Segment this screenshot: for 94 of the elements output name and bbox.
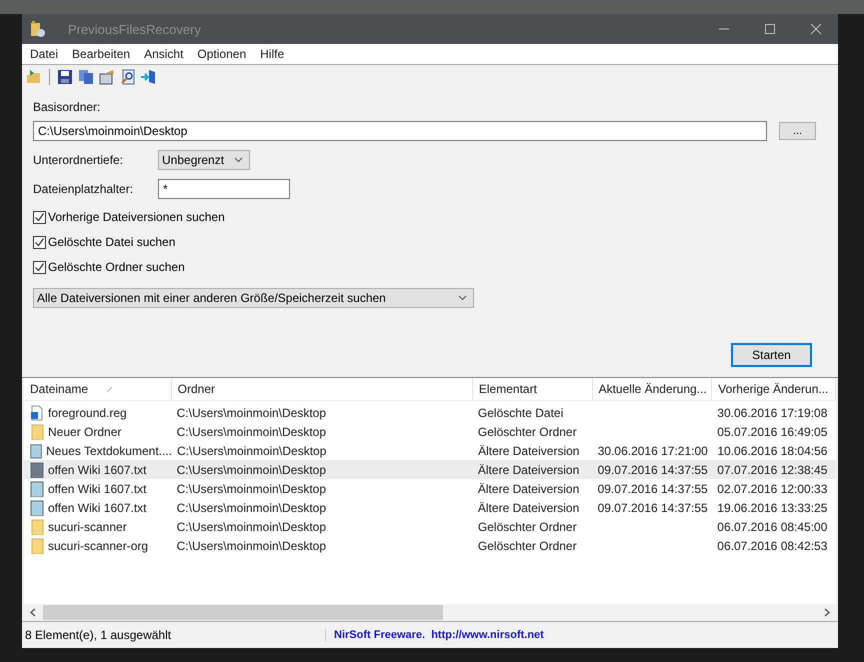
table-cell: C:\Users\moinmoin\Desktop — [176, 482, 326, 496]
table-row[interactable]: offen Wiki 1607.txt C:\Users\moinmoin\Desktop Ältere Dateiversion 09.07.2016 14:37:55 02.07.2016 12:00:33 — [24, 479, 836, 498]
scroll-left-icon[interactable] — [29, 608, 37, 617]
column-header[interactable]: Vorherige Änderun... — [712, 378, 836, 400]
window-title: PreviousFilesRecovery — [68, 22, 201, 36]
folder-icon — [29, 518, 45, 534]
depth-dropdown[interactable]: Unbegrenzt — [158, 150, 250, 170]
menu-item[interactable]: Ansicht — [144, 47, 184, 61]
wildcard-field[interactable]: * — [158, 179, 290, 199]
table-row[interactable]: sucuri-scanner C:\Users\moinmoin\Desktop Gelöschter Ordner 06.07.2016 08:45:00 — [24, 517, 836, 536]
checkbox[interactable] — [33, 236, 46, 248]
table-row[interactable]: foreground.reg C:\Users\moinmoin\Desktop Gelöschte Datei 30.06.2016 17:19:08 — [24, 403, 836, 422]
table-cell: C:\Users\moinmoin\Desktop — [177, 444, 326, 458]
table-cell: Neues Textdokument.... — [46, 444, 172, 458]
table-cell: 30.06.2016 17:19:08 — [717, 406, 828, 420]
table-cell: C:\Users\moinmoin\Desktop — [176, 538, 326, 552]
status-text: 8 Element(e), 1 ausgewählt — [24, 628, 172, 642]
table-cell: C:\Users\moinmoin\Desktop — [176, 424, 326, 438]
scroll-right-icon[interactable] — [823, 608, 831, 617]
caret-icon — [234, 157, 243, 163]
table-cell: Gelöschter Ordner — [478, 520, 577, 534]
table-cell: offen Wiki 1607.txt — [48, 482, 146, 496]
folder-icon — [29, 538, 45, 554]
search-icon[interactable] — [120, 68, 136, 84]
save-icon[interactable] — [57, 68, 73, 84]
maximize-icon[interactable] — [764, 23, 776, 35]
table-cell: Ältere Dateiversion — [478, 462, 580, 476]
table-cell: 09.07.2016 14:37:55 — [598, 482, 708, 496]
close-icon[interactable] — [810, 23, 822, 35]
table-row[interactable]: sucuri-scanner-org C:\Users\moinmoin\Desktop Gelöschter Ordner 06.07.2016 08:42:53 — [24, 536, 836, 555]
menu-item[interactable]: Hilfe — [260, 47, 284, 61]
exit-icon[interactable] — [141, 68, 157, 84]
table-cell: Ältere Dateiversion — [478, 500, 580, 514]
registry-file-icon — [29, 404, 45, 420]
table-cell: 02.07.2016 12:00:33 — [717, 482, 828, 496]
table-cell: sucuri-scanner — [48, 520, 127, 534]
text-file-icon — [29, 500, 45, 516]
text-file-icon — [29, 442, 44, 458]
table-cell: Gelöschte Datei — [478, 406, 564, 420]
copy-icon[interactable] — [78, 68, 94, 84]
table-cell: 09.07.2016 14:37:55 — [598, 462, 708, 476]
start-button[interactable]: Starten — [731, 343, 812, 367]
table-cell: sucuri-scanner-org — [48, 538, 148, 552]
browse-button[interactable]: ... — [779, 122, 816, 140]
table-cell: 09.07.2016 14:37:55 — [598, 500, 708, 514]
table-cell: Gelöschter Ordner — [478, 538, 577, 552]
checkbox-label: Vorherige Dateiversionen suchen — [48, 210, 225, 224]
table-row[interactable]: offen Wiki 1607.txt C:\Users\moinmoin\Desktop Ältere Dateiversion 09.07.2016 14:37:55 19.06.2016 13:33:25 — [24, 498, 836, 517]
properties-icon[interactable] — [99, 68, 115, 84]
checkbox-label: Gelöschte Datei suchen — [48, 235, 176, 249]
table-cell: 06.07.2016 08:42:53 — [717, 538, 828, 552]
table-row[interactable]: Neues Textdokument.... C:\Users\moinmoin\Desktop Ältere Dateiversion 30.06.2016 17:21:00 10.06.2016 18:04:56 — [24, 441, 836, 460]
sort-icon — [106, 386, 114, 392]
horizontal-scrollbar[interactable] — [24, 604, 836, 621]
table-cell: 19.06.2016 13:33:25 — [717, 500, 828, 514]
table-cell: C:\Users\moinmoin\Desktop — [176, 406, 326, 420]
checkbox-label: Gelöschte Ordner suchen — [48, 260, 185, 274]
field-label: Dateienplatzhalter: — [33, 182, 134, 196]
text-file-icon — [29, 462, 45, 478]
folder-app-icon — [30, 20, 46, 38]
table-cell: 05.07.2016 16:49:05 — [717, 424, 828, 438]
table-cell: offen Wiki 1607.txt — [48, 500, 146, 514]
folder-field[interactable]: C:\Users\moinmoin\Desktop — [33, 121, 768, 141]
table-cell: C:\Users\moinmoin\Desktop — [176, 462, 326, 476]
credit-link[interactable]: NirSoft Freeware. http://www.nirsoft.net — [325, 629, 544, 641]
table-cell: C:\Users\moinmoin\Desktop — [176, 520, 326, 534]
menu-item[interactable]: Datei — [30, 47, 58, 61]
table-cell: Ältere Dateiversion — [478, 444, 580, 458]
table-cell: 30.06.2016 17:21:00 — [598, 444, 708, 458]
table-cell: 06.07.2016 08:45:00 — [717, 520, 828, 534]
table-cell: 07.07.2016 12:38:45 — [717, 462, 828, 476]
column-header[interactable]: Elementart — [472, 378, 593, 400]
table-cell: C:\Users\moinmoin\Desktop — [176, 500, 326, 514]
field-label: Basisordner: — [33, 100, 102, 114]
field-label: Unterordnertiefe: — [33, 153, 124, 167]
menu-item[interactable]: Bearbeiten — [72, 47, 130, 61]
checkbox[interactable] — [33, 260, 46, 274]
table-cell: Ältere Dateiversion — [478, 482, 580, 496]
menu-item[interactable]: Optionen — [197, 47, 246, 61]
table-cell: Gelöschter Ordner — [478, 424, 577, 438]
column-header[interactable]: Ordner — [172, 378, 473, 400]
column-header[interactable]: Dateiname — [24, 378, 172, 400]
table-cell: Neuer Ordner — [48, 424, 122, 438]
folder-icon — [29, 424, 45, 440]
open-folder-icon[interactable] — [26, 68, 42, 84]
table-row[interactable]: offen Wiki 1607.txt C:\Users\moinmoin\Desktop Ältere Dateiversion 09.07.2016 14:37:55 07.07.2016 12:38:45 — [24, 460, 836, 479]
caret-icon — [458, 295, 467, 301]
table-cell: 10.06.2016 18:04:56 — [717, 444, 828, 458]
table-cell: foreground.reg — [48, 406, 127, 420]
mode-dropdown[interactable]: Alle Dateiversionen mit einer anderen Größe/Speicherzeit suchen — [33, 288, 474, 308]
table-cell: offen Wiki 1607.txt — [48, 462, 146, 476]
table-row[interactable]: Neuer Ordner C:\Users\moinmoin\Desktop Gelöschter Ordner 05.07.2016 16:49:05 — [24, 422, 836, 441]
column-header[interactable]: Aktuelle Änderung... — [592, 378, 712, 400]
checkbox[interactable] — [33, 210, 46, 224]
